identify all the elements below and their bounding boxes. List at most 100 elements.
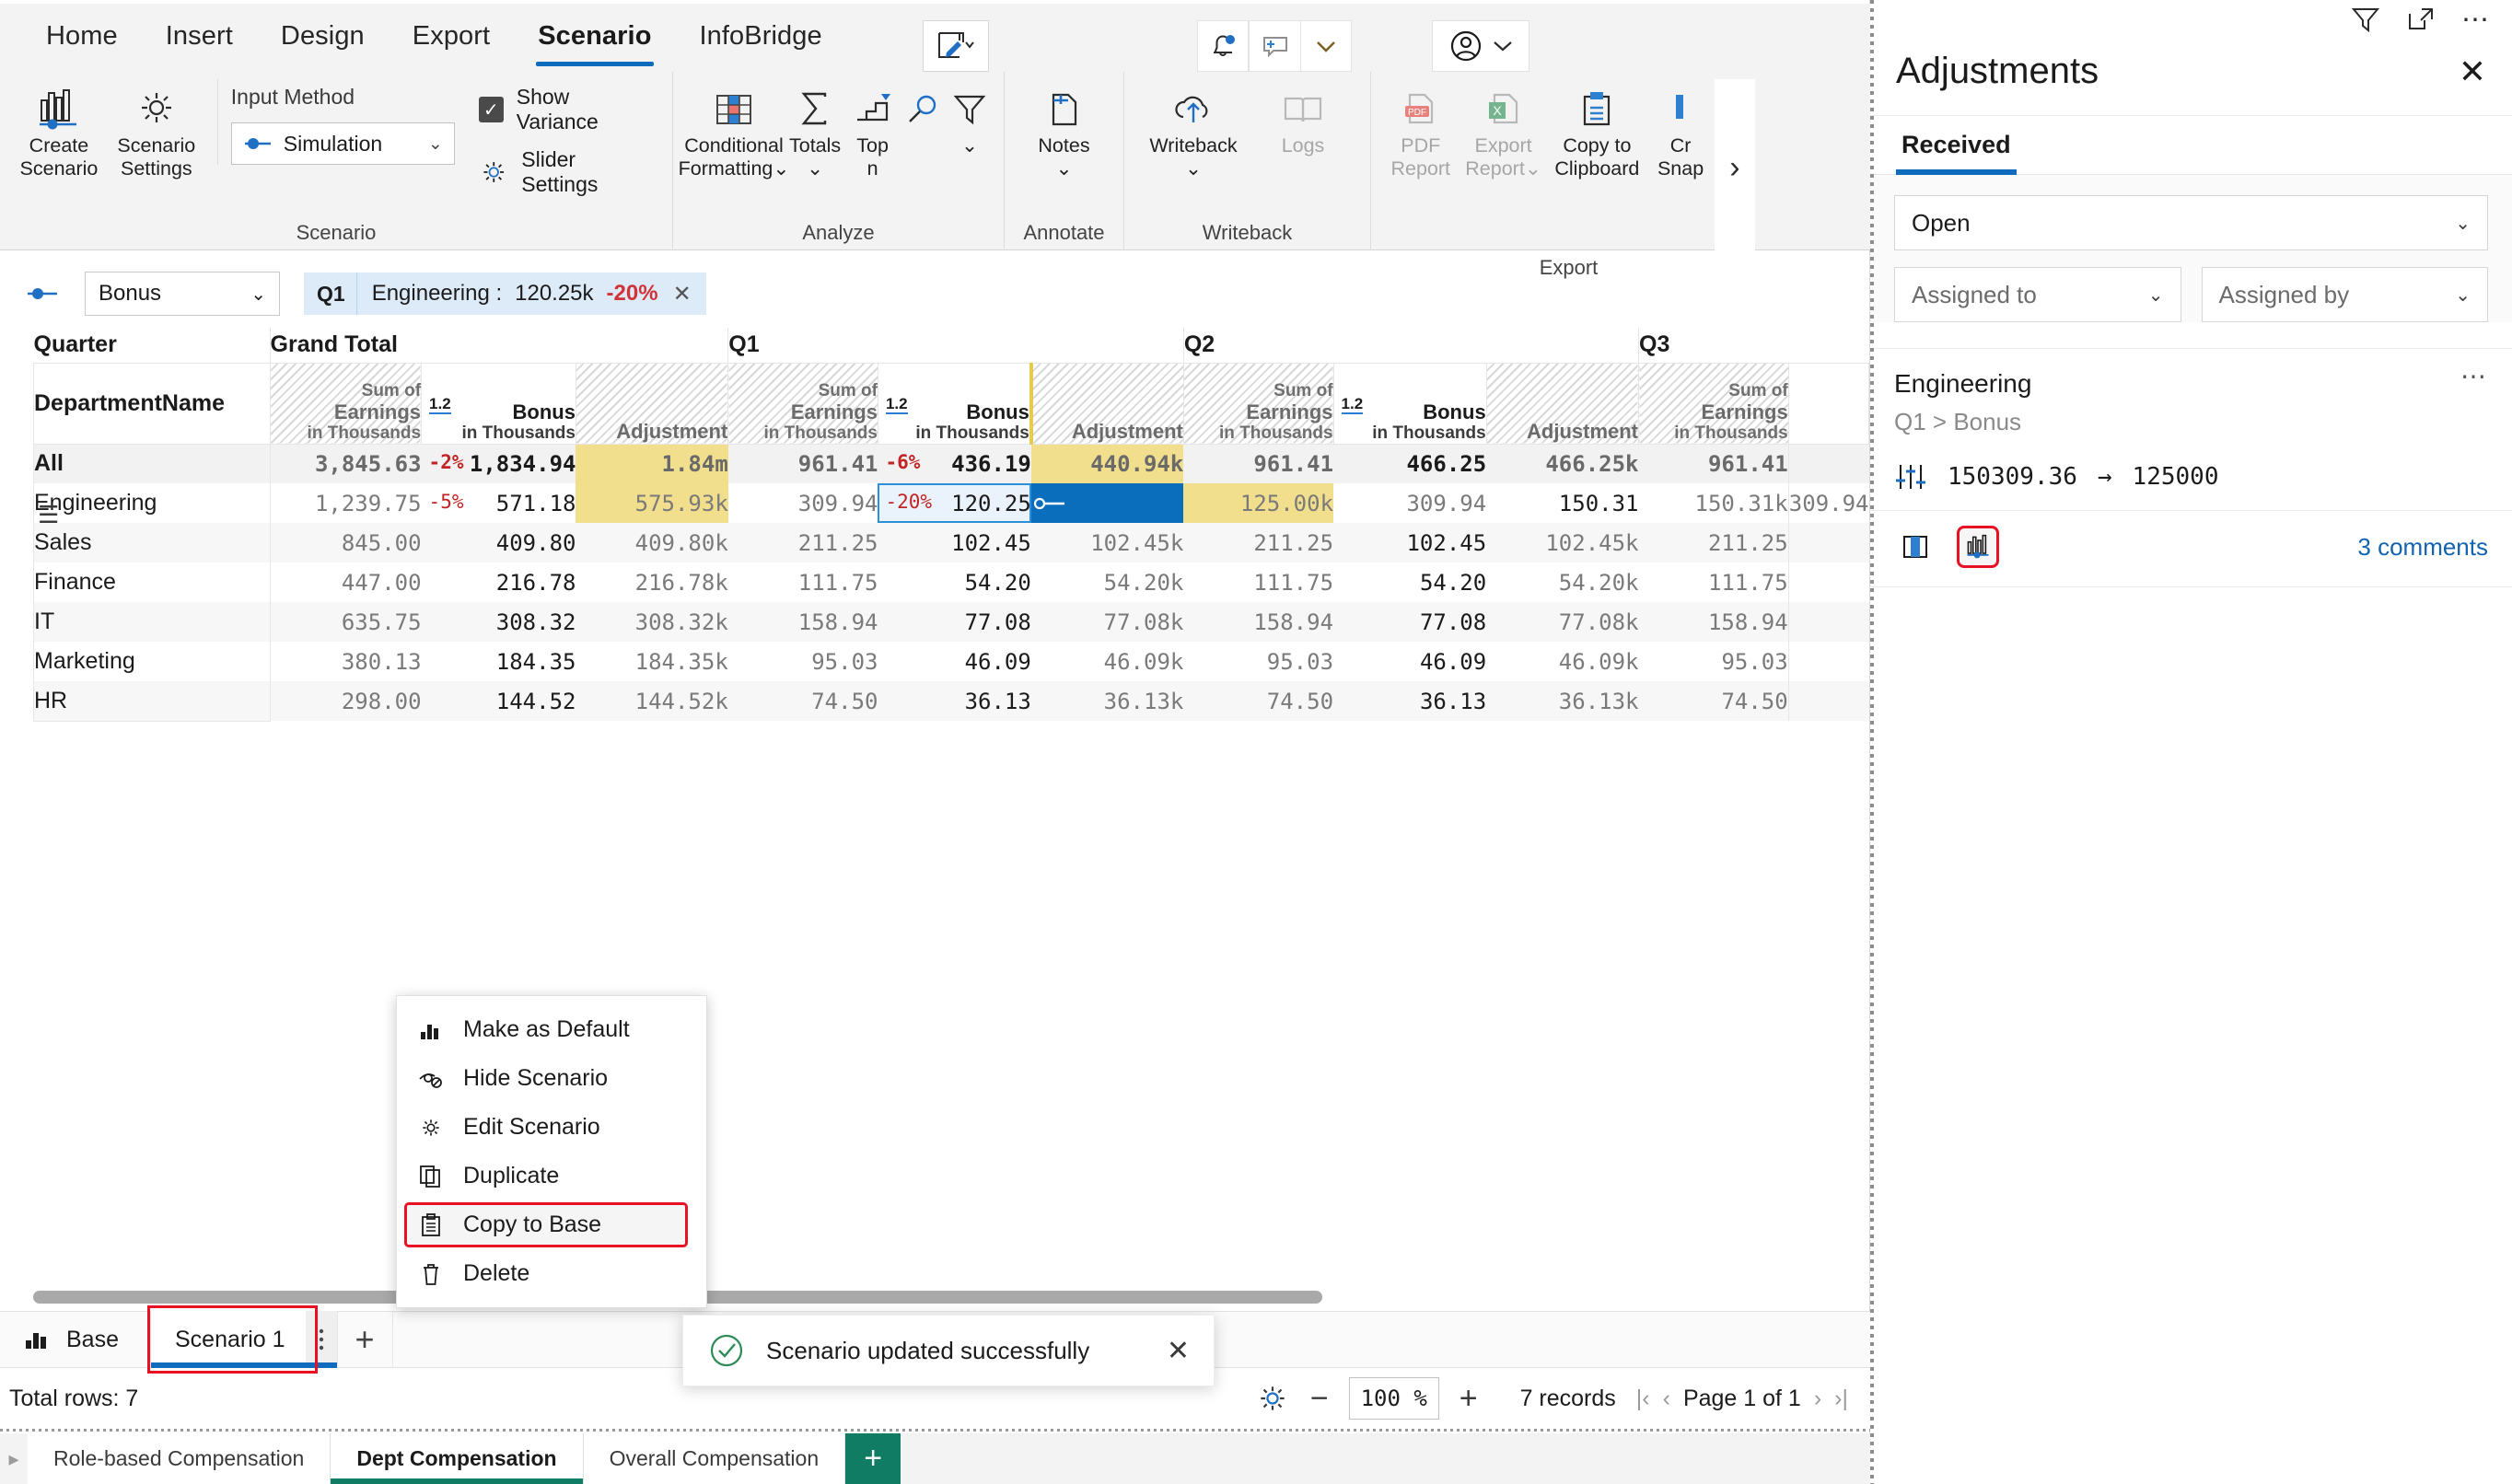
cell-gt-earnings[interactable]: 380.13 bbox=[270, 642, 422, 681]
cell-gt-earnings[interactable]: 845.00 bbox=[270, 523, 422, 562]
cell-q2-bonus[interactable]: 36.13 bbox=[1333, 681, 1487, 721]
col-header-q1-adjustment[interactable]: Adjustment bbox=[1030, 362, 1184, 445]
cell-gt-earnings[interactable]: 3,845.63 bbox=[270, 444, 422, 483]
chip-close-icon[interactable]: ✕ bbox=[668, 281, 706, 307]
conditional-formatting-button[interactable]: Conditional Formatting⌄ bbox=[679, 79, 789, 187]
writeback-chevron-down-icon[interactable]: ⌄ bbox=[1185, 157, 1202, 180]
cell-q2-earnings[interactable]: 158.94 bbox=[1183, 602, 1334, 642]
cell-q3-bonus-partial[interactable] bbox=[1788, 444, 1869, 483]
top-n-button[interactable]: Top n bbox=[846, 79, 899, 187]
context-menu-item-edit-scenario[interactable]: Edit Scenario bbox=[397, 1103, 706, 1152]
create-scenario-button[interactable]: Create Scenario bbox=[11, 79, 107, 187]
adjustment-card[interactable]: Engineering ⋯ Q1 > Bonus 150309.36 → 125… bbox=[1870, 349, 2512, 587]
ribbon-tab-insert[interactable]: Insert bbox=[142, 16, 257, 57]
cell-q3-earnings[interactable]: 74.50 bbox=[1638, 681, 1789, 721]
cell-gt-adjustment[interactable]: 184.35k bbox=[576, 642, 728, 681]
status-filter-select[interactable]: Open ⌄ bbox=[1894, 195, 2488, 250]
cell-gt-earnings[interactable]: 447.00 bbox=[270, 562, 422, 602]
scenario-tab-kebab-menu-icon[interactable] bbox=[305, 1311, 337, 1368]
cell-q3-earnings[interactable]: 211.25 bbox=[1638, 523, 1789, 562]
cell-q2-earnings[interactable]: 74.50 bbox=[1183, 681, 1334, 721]
cell-q3-bonus-partial[interactable] bbox=[1788, 681, 1869, 721]
cell-gt-bonus[interactable]: 184.35 bbox=[422, 642, 576, 681]
cell-q1-earnings[interactable]: 309.94 bbox=[728, 483, 878, 523]
add-sheet-button[interactable]: + bbox=[845, 1433, 901, 1484]
ribbon-tab-design[interactable]: Design bbox=[257, 16, 389, 57]
cell-q2-adjustment[interactable]: 466.25k bbox=[1486, 444, 1639, 483]
zoom-in-button[interactable]: + bbox=[1460, 1381, 1478, 1417]
cell-q1-adjustment[interactable]: 54.20k bbox=[1031, 562, 1184, 602]
add-comment-icon[interactable] bbox=[1249, 20, 1300, 72]
cell-q1-adjustment[interactable]: 46.09k bbox=[1031, 642, 1184, 681]
cell-q3-bonus-partial[interactable] bbox=[1788, 562, 1868, 602]
cell-q2-adjustment[interactable]: 102.45k bbox=[1486, 523, 1639, 562]
cell-q3-earnings[interactable]: 961.41 bbox=[1638, 444, 1789, 483]
cell-q3-earnings[interactable]: 158.94 bbox=[1638, 602, 1789, 642]
cell-gt-adjustment[interactable]: 1.84m bbox=[576, 444, 728, 483]
notes-chevron-down-icon[interactable]: ⌄ bbox=[1055, 157, 1072, 180]
col-header-q2-earnings[interactable]: Sum of Earnings in Thousands bbox=[1182, 362, 1334, 445]
col-header-q1-bonus[interactable]: 1.2 Bonus in Thousands bbox=[877, 362, 1033, 445]
search-button[interactable] bbox=[901, 79, 945, 140]
cell-q1-adjustment[interactable]: 125.00k bbox=[1183, 483, 1334, 523]
cell-q1-bonus[interactable]: 77.08 bbox=[878, 602, 1031, 642]
zoom-out-button[interactable]: − bbox=[1310, 1381, 1329, 1417]
writeback-button[interactable]: Writeback ⌄ bbox=[1135, 79, 1251, 187]
create-snapshot-button[interactable]: Cr Snap bbox=[1648, 79, 1713, 187]
slider-settings-button[interactable]: Slider Settings bbox=[479, 147, 652, 197]
cell-q1-earnings[interactable]: 95.03 bbox=[728, 642, 878, 681]
cell-q1-bonus[interactable]: 102.45 bbox=[878, 523, 1031, 562]
zoom-level-value[interactable]: 100 % bbox=[1348, 1377, 1439, 1420]
col-header-q3-earnings[interactable]: Sum of Earnings in Thousands bbox=[1638, 362, 1789, 445]
cell-q2-earnings[interactable]: 309.94 bbox=[1333, 483, 1486, 523]
totals-button[interactable]: Totals ⌄ bbox=[785, 79, 844, 187]
cell-q1-bonus[interactable]: 54.20 bbox=[878, 562, 1031, 602]
simulation-chart-icon[interactable] bbox=[1957, 526, 1999, 568]
next-page-button[interactable]: › bbox=[1814, 1385, 1821, 1412]
cell-gt-earnings[interactable]: 635.75 bbox=[270, 602, 422, 642]
cell-gt-bonus[interactable]: 144.52 bbox=[421, 681, 576, 721]
notes-button[interactable]: Notes ⌄ bbox=[1016, 79, 1112, 187]
add-scenario-button[interactable]: + bbox=[338, 1311, 393, 1368]
cell-gt-earnings[interactable]: 1,239.75 bbox=[270, 483, 422, 523]
last-page-button[interactable]: ›| bbox=[1834, 1385, 1848, 1412]
cell-gt-bonus[interactable]: -5% 571.18 bbox=[422, 483, 576, 523]
cell-gt-adjustment[interactable]: 575.93k bbox=[576, 483, 728, 523]
cell-q2-adjustment[interactable]: 150.31k bbox=[1638, 483, 1789, 523]
cell-q1-bonus[interactable]: 46.09 bbox=[878, 642, 1031, 681]
cell-q2-adjustment[interactable]: 36.13k bbox=[1486, 681, 1639, 721]
context-menu-item-make-as-default[interactable]: Make as Default bbox=[397, 1005, 706, 1054]
account-button[interactable] bbox=[1432, 20, 1529, 72]
cell-q1-earnings[interactable]: 158.94 bbox=[727, 602, 878, 642]
cell-q2-adjustment[interactable]: 46.09k bbox=[1486, 642, 1639, 681]
cell-q1-adjustment[interactable]: 102.45k bbox=[1030, 523, 1184, 562]
cell-q1-earnings[interactable]: 211.25 bbox=[727, 523, 878, 562]
measure-select[interactable]: Bonus ⌄ bbox=[85, 272, 280, 316]
cell-q1-adjustment[interactable]: 36.13k bbox=[1030, 681, 1184, 721]
notifications-bell-icon[interactable] bbox=[1197, 20, 1249, 72]
ribbon-tab-home[interactable]: Home bbox=[22, 16, 142, 57]
filter-button[interactable]: ⌄ bbox=[947, 79, 993, 163]
active-adjustment-chip[interactable]: Q1 Engineering : 120.25k -20% ✕ bbox=[304, 272, 706, 315]
show-variance-checkbox[interactable]: ✓ bbox=[478, 97, 504, 122]
sheet-tab-dept-compensation[interactable]: Dept Compensation bbox=[331, 1433, 584, 1484]
cell-q2-earnings[interactable]: 111.75 bbox=[1183, 562, 1333, 602]
cell-q2-adjustment[interactable]: 54.20k bbox=[1486, 562, 1639, 602]
col-header-q2-adjustment[interactable]: Adjustment bbox=[1485, 362, 1640, 445]
edit-mode-icon[interactable] bbox=[923, 20, 989, 72]
adjustment-comments-link[interactable]: 3 comments bbox=[2357, 533, 2488, 562]
table-row[interactable]: HR 298.00 144.52 144.52k 74.50 36.13 36.… bbox=[33, 681, 1869, 722]
cell-gt-bonus[interactable]: 308.32 bbox=[421, 602, 576, 642]
cell-gt-adjustment[interactable]: 308.32k bbox=[576, 602, 728, 642]
ribbon-tab-infobridge[interactable]: InfoBridge bbox=[676, 16, 846, 57]
context-menu-item-delete[interactable]: Delete bbox=[397, 1249, 706, 1298]
col-header-q1-earnings[interactable]: Sum of Earnings in Thousands bbox=[727, 362, 878, 445]
adjustment-card-more-icon[interactable]: ⋯ bbox=[2460, 364, 2488, 389]
cell-q2-bonus[interactable]: 150.31 bbox=[1486, 483, 1639, 523]
panel-tab-received[interactable]: Received bbox=[1896, 116, 2017, 175]
cell-q3-bonus-partial[interactable] bbox=[1788, 642, 1868, 681]
table-row[interactable]: Finance 447.00 216.78 216.78k 111.75 54.… bbox=[33, 562, 1869, 602]
cell-q1-adjustment[interactable]: 440.94k bbox=[1030, 444, 1184, 483]
cell-q3-bonus-partial[interactable] bbox=[1788, 523, 1869, 562]
ribbon-tab-scenario[interactable]: Scenario bbox=[514, 16, 675, 66]
